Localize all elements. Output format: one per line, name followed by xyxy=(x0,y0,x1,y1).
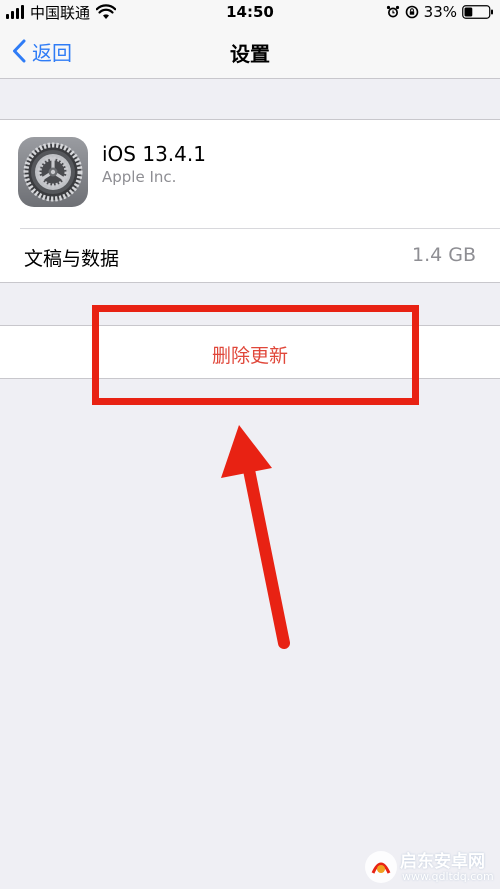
watermark-logo-icon xyxy=(365,851,397,883)
watermark-url: www.qdltdq.com xyxy=(402,870,494,883)
watermark-text: 启东安卓网 xyxy=(400,852,485,872)
annotation-arrow-icon xyxy=(221,425,290,649)
watermark: 启东安卓网 www.qdltdq.com xyxy=(362,845,500,889)
